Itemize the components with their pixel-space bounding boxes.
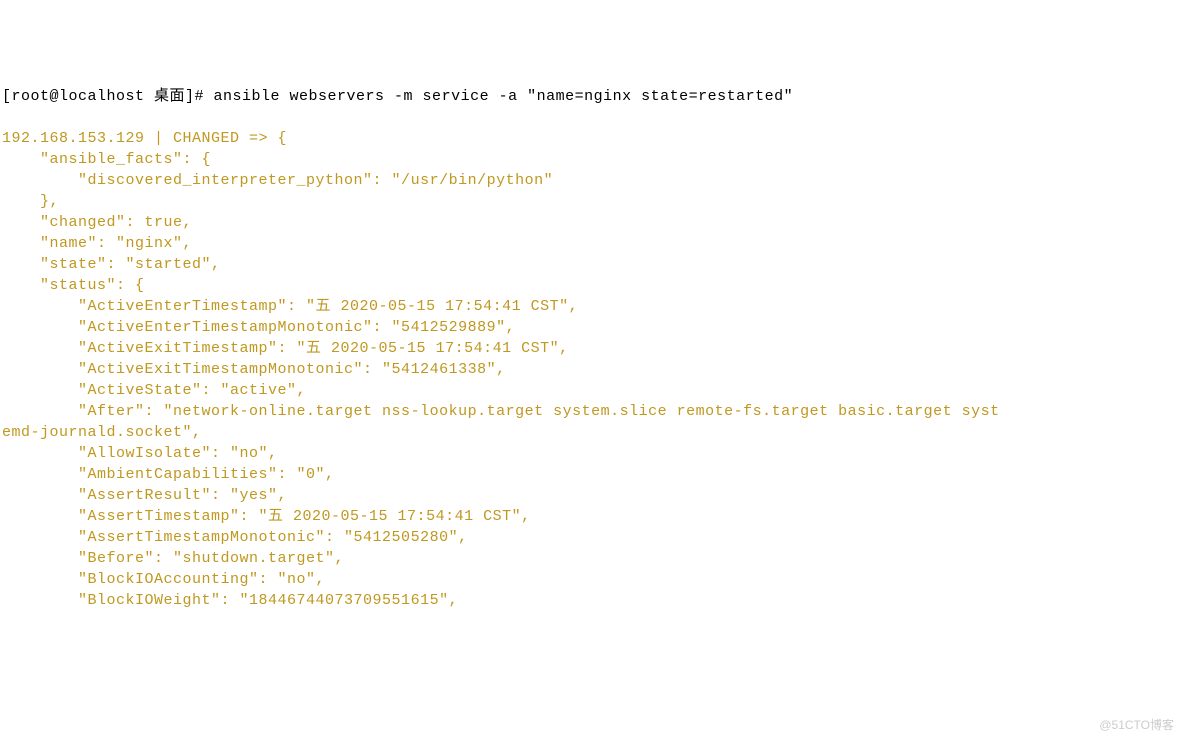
output-line: emd-journald.socket", bbox=[2, 422, 1182, 443]
output-line: "AllowIsolate": "no", bbox=[2, 443, 1182, 464]
output-line: "AssertTimestamp": "五 2020-05-15 17:54:4… bbox=[2, 506, 1182, 527]
output-line: "BlockIOWeight": "18446744073709551615", bbox=[2, 590, 1182, 611]
output-line: "ActiveExitTimestampMonotonic": "5412461… bbox=[2, 359, 1182, 380]
output-line: "ActiveExitTimestamp": "五 2020-05-15 17:… bbox=[2, 338, 1182, 359]
output-line: "After": "network-online.target nss-look… bbox=[2, 401, 1182, 422]
output-line: "ansible_facts": { bbox=[2, 149, 1182, 170]
watermark-text: @51CTO博客 bbox=[1099, 717, 1174, 734]
output-line: "ActiveEnterTimestamp": "五 2020-05-15 17… bbox=[2, 296, 1182, 317]
output-line: "Before": "shutdown.target", bbox=[2, 548, 1182, 569]
output-line: }, bbox=[2, 191, 1182, 212]
terminal-prompt-line: [root@localhost 桌面]# ansible webservers … bbox=[2, 86, 1182, 107]
output-line: "changed": true, bbox=[2, 212, 1182, 233]
output-line: "BlockIOAccounting": "no", bbox=[2, 569, 1182, 590]
output-line: "AssertTimestampMonotonic": "5412505280"… bbox=[2, 527, 1182, 548]
output-line: "AmbientCapabilities": "0", bbox=[2, 464, 1182, 485]
output-line: "AssertResult": "yes", bbox=[2, 485, 1182, 506]
output-line: "name": "nginx", bbox=[2, 233, 1182, 254]
output-line: "state": "started", bbox=[2, 254, 1182, 275]
output-line: "ActiveEnterTimestampMonotonic": "541252… bbox=[2, 317, 1182, 338]
output-line: "status": { bbox=[2, 275, 1182, 296]
output-line: "ActiveState": "active", bbox=[2, 380, 1182, 401]
output-line: "discovered_interpreter_python": "/usr/b… bbox=[2, 170, 1182, 191]
terminal-output: 192.168.153.129 | CHANGED => { "ansible_… bbox=[2, 128, 1182, 611]
output-line: 192.168.153.129 | CHANGED => { bbox=[2, 128, 1182, 149]
